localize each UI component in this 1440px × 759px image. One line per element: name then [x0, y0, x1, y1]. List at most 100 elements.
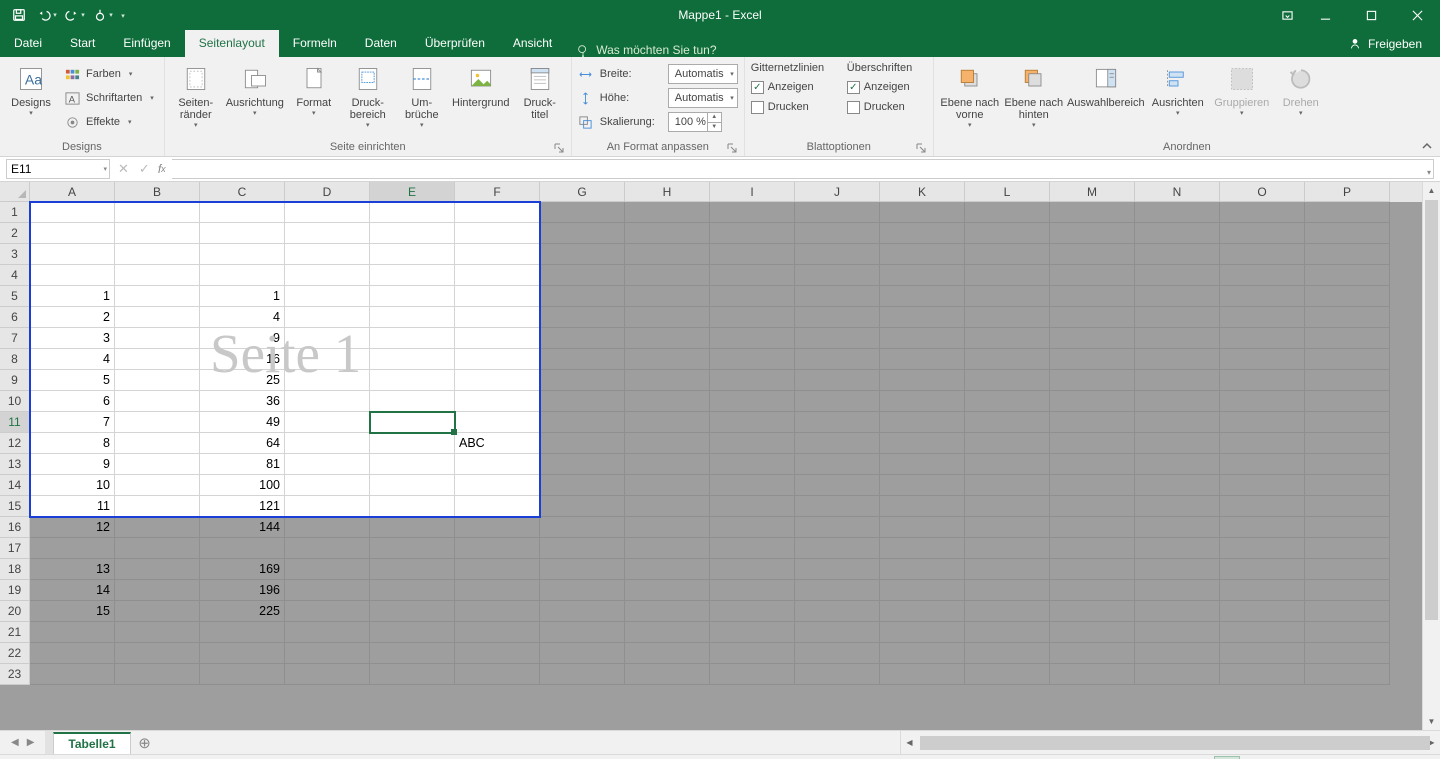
- cell-P22[interactable]: [1305, 643, 1390, 664]
- formula-input[interactable]: ▾: [172, 159, 1434, 179]
- cell-J19[interactable]: [795, 580, 880, 601]
- cell-K9[interactable]: [880, 370, 965, 391]
- btn-orientation[interactable]: Ausrichtung: [225, 61, 285, 118]
- cell-K8[interactable]: [880, 349, 965, 370]
- cell-J4[interactable]: [795, 265, 880, 286]
- cell-I2[interactable]: [710, 223, 795, 244]
- cell-A23[interactable]: [30, 664, 115, 685]
- cell-H22[interactable]: [625, 643, 710, 664]
- cell-F19[interactable]: [455, 580, 540, 601]
- cell-E11[interactable]: [370, 412, 455, 433]
- view-page-layout[interactable]: [1188, 756, 1214, 759]
- cell-C14[interactable]: 100: [200, 475, 285, 496]
- cell-O2[interactable]: [1220, 223, 1305, 244]
- cell-D18[interactable]: [285, 559, 370, 580]
- cell-J20[interactable]: [795, 601, 880, 622]
- cell-B21[interactable]: [115, 622, 200, 643]
- col-header-B[interactable]: B: [115, 182, 200, 202]
- row-header-13[interactable]: 13: [0, 454, 30, 475]
- cell-D10[interactable]: [285, 391, 370, 412]
- col-header-N[interactable]: N: [1135, 182, 1220, 202]
- cell-L7[interactable]: [965, 328, 1050, 349]
- row-header-22[interactable]: 22: [0, 643, 30, 664]
- cell-A18[interactable]: 13: [30, 559, 115, 580]
- cell-C21[interactable]: [200, 622, 285, 643]
- cell-G17[interactable]: [540, 538, 625, 559]
- cell-E17[interactable]: [370, 538, 455, 559]
- cell-I13[interactable]: [710, 454, 795, 475]
- cell-A8[interactable]: 4: [30, 349, 115, 370]
- cell-F21[interactable]: [455, 622, 540, 643]
- cell-O9[interactable]: [1220, 370, 1305, 391]
- cell-D8[interactable]: [285, 349, 370, 370]
- cell-F22[interactable]: [455, 643, 540, 664]
- cell-B11[interactable]: [115, 412, 200, 433]
- cell-O6[interactable]: [1220, 307, 1305, 328]
- cell-N8[interactable]: [1135, 349, 1220, 370]
- cell-G3[interactable]: [540, 244, 625, 265]
- cell-E22[interactable]: [370, 643, 455, 664]
- cell-I17[interactable]: [710, 538, 795, 559]
- tab-nav-prev[interactable]: ◀: [8, 737, 22, 748]
- cell-H15[interactable]: [625, 496, 710, 517]
- cell-G12[interactable]: [540, 433, 625, 454]
- name-box[interactable]: E11▾: [6, 159, 110, 179]
- cell-G20[interactable]: [540, 601, 625, 622]
- cell-O13[interactable]: [1220, 454, 1305, 475]
- cell-G6[interactable]: [540, 307, 625, 328]
- tab-view[interactable]: Ansicht: [499, 30, 566, 57]
- cell-G10[interactable]: [540, 391, 625, 412]
- cell-C9[interactable]: 25: [200, 370, 285, 391]
- cell-P3[interactable]: [1305, 244, 1390, 265]
- cell-J17[interactable]: [795, 538, 880, 559]
- cell-B14[interactable]: [115, 475, 200, 496]
- cell-I8[interactable]: [710, 349, 795, 370]
- cell-K18[interactable]: [880, 559, 965, 580]
- col-header-P[interactable]: P: [1305, 182, 1390, 202]
- row-header-9[interactable]: 9: [0, 370, 30, 391]
- cell-K14[interactable]: [880, 475, 965, 496]
- btn-background[interactable]: Hintergrund: [451, 61, 511, 109]
- cell-D15[interactable]: [285, 496, 370, 517]
- cell-H8[interactable]: [625, 349, 710, 370]
- col-header-O[interactable]: O: [1220, 182, 1305, 202]
- cell-O21[interactable]: [1220, 622, 1305, 643]
- cell-G7[interactable]: [540, 328, 625, 349]
- row-header-3[interactable]: 3: [0, 244, 30, 265]
- row-header-1[interactable]: 1: [0, 202, 30, 223]
- cell-O5[interactable]: [1220, 286, 1305, 307]
- cell-D21[interactable]: [285, 622, 370, 643]
- formula-expand[interactable]: ▾: [1427, 168, 1431, 177]
- vscroll-thumb[interactable]: [1425, 200, 1438, 620]
- cell-O16[interactable]: [1220, 517, 1305, 538]
- cell-N23[interactable]: [1135, 664, 1220, 685]
- cell-N19[interactable]: [1135, 580, 1220, 601]
- cell-B17[interactable]: [115, 538, 200, 559]
- cell-O20[interactable]: [1220, 601, 1305, 622]
- cell-A9[interactable]: 5: [30, 370, 115, 391]
- cell-O8[interactable]: [1220, 349, 1305, 370]
- cell-A5[interactable]: 1: [30, 286, 115, 307]
- cell-D20[interactable]: [285, 601, 370, 622]
- cell-N10[interactable]: [1135, 391, 1220, 412]
- cell-N18[interactable]: [1135, 559, 1220, 580]
- cell-J11[interactable]: [795, 412, 880, 433]
- cell-E18[interactable]: [370, 559, 455, 580]
- btn-bring-forward[interactable]: Ebene nach vorne: [940, 61, 1000, 130]
- cell-B7[interactable]: [115, 328, 200, 349]
- cell-K15[interactable]: [880, 496, 965, 517]
- col-header-M[interactable]: M: [1050, 182, 1135, 202]
- cell-B6[interactable]: [115, 307, 200, 328]
- cell-E2[interactable]: [370, 223, 455, 244]
- combo-width[interactable]: Automatis▾: [668, 64, 738, 84]
- cell-L16[interactable]: [965, 517, 1050, 538]
- btn-size[interactable]: Format: [289, 61, 339, 118]
- tab-split[interactable]: [45, 731, 53, 754]
- cell-I11[interactable]: [710, 412, 795, 433]
- cell-C7[interactable]: 9: [200, 328, 285, 349]
- cell-M22[interactable]: [1050, 643, 1135, 664]
- cell-D2[interactable]: [285, 223, 370, 244]
- cell-D16[interactable]: [285, 517, 370, 538]
- cell-J2[interactable]: [795, 223, 880, 244]
- row-header-6[interactable]: 6: [0, 307, 30, 328]
